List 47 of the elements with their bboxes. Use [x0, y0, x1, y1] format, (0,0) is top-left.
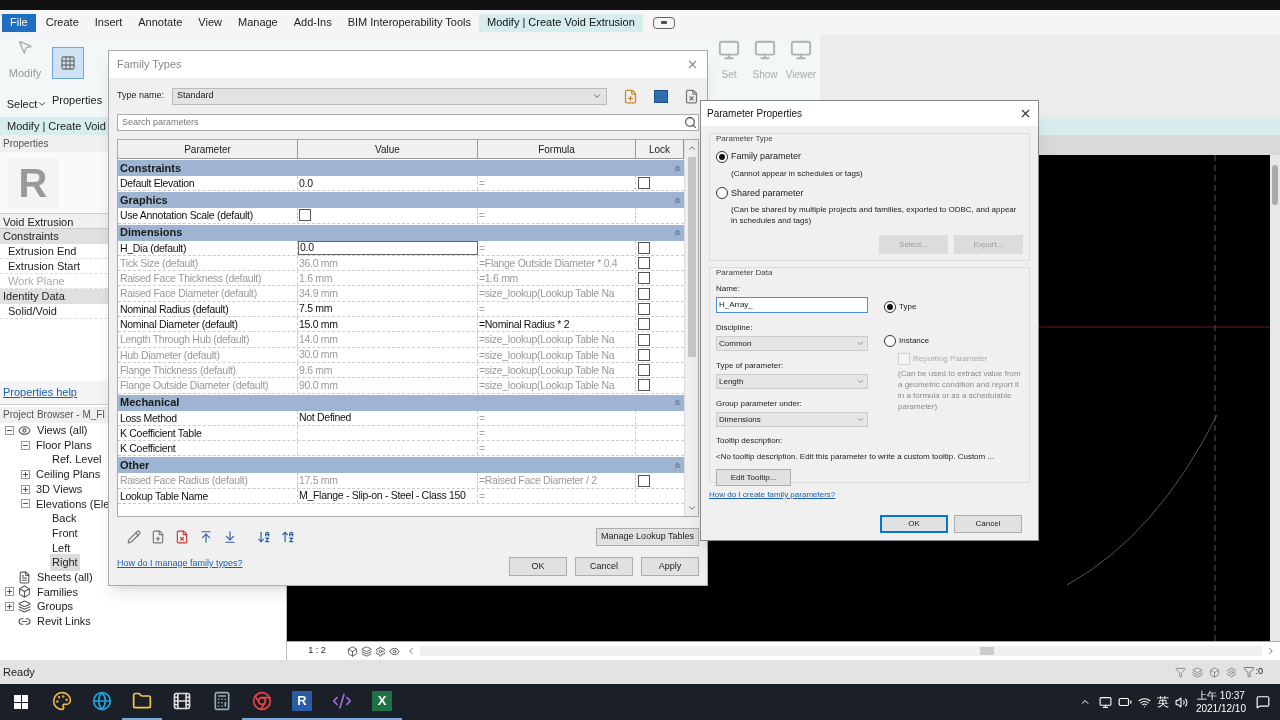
field-label: Type of parameter:: [716, 360, 785, 372]
parameter-cell: Default Elevation: [118, 176, 298, 191]
checkbox-label: Reporting Parameter: [913, 353, 988, 365]
dialog-title: Parameter Properties: [707, 107, 803, 121]
parameter-cell: Nominal Diameter (default): [118, 317, 298, 332]
field-label: Group parameter under:: [716, 398, 803, 410]
parameter-cell: Nominal Radius (default): [118, 301, 298, 317]
app-icon: R: [292, 691, 312, 711]
radio-label: Shared parameter: [731, 186, 804, 200]
parameter-cell: H_Dia (default): [118, 240, 298, 255]
parameter-cell: Flange Thickness (default): [118, 362, 298, 378]
view-tool-label: Viewer: [785, 68, 817, 82]
properties-label: Properties: [52, 93, 103, 108]
option-note: (Cannot appear in schedules or tags): [731, 167, 864, 179]
tooltip-text: <No tooltip description. Edit this parameter to write a custom tooltip. Custom ...: [716, 451, 996, 463]
parameter-cell: Flange Outside Diameter (default): [118, 378, 298, 393]
app-icon: X: [372, 691, 392, 711]
parameter-cell: K Coefficient: [118, 441, 298, 456]
parameter-cell: Raised Face Radius (default): [118, 473, 298, 488]
parameter-cell: Hub Diameter (default): [118, 347, 298, 362]
filter-count: :0: [1255, 665, 1263, 679]
parameter-cell: Tick Size (default): [118, 255, 298, 271]
group-label: Parameter Data: [716, 267, 774, 279]
type-name-label: Type name:: [117, 89, 165, 103]
parameter-cell: Length Through Hub (default): [118, 332, 298, 347]
radio-label: Type: [899, 301, 917, 313]
parameter-cell: Use Annotation Scale (default): [118, 208, 298, 223]
view-tool-label: Show: [752, 68, 778, 82]
modify-label: Modify: [8, 66, 42, 81]
dialog-title: Family Types: [117, 57, 182, 73]
option-note: (Can be shared by multiple projects and families, exported to ODBC, and appear in schedules and tags): [731, 204, 1018, 226]
field-label: Tooltip description:: [716, 435, 784, 447]
option-note: (Can be used to extract value from a geometric condition and report it in a formula or as a schedulable parameter): [898, 368, 1022, 412]
field-label: Name:: [716, 283, 741, 295]
parameter-cell: Raised Face Thickness (default): [118, 271, 298, 286]
parameter-cell: K Coefficient Table: [118, 425, 298, 441]
parameter-cell: Raised Face Diameter (default): [118, 286, 298, 301]
status-text: Ready: [3, 664, 35, 680]
parameter-cell: Lookup Table Name: [118, 488, 298, 504]
group-label: Parameter Type: [716, 133, 774, 145]
view-tool-label: Set: [721, 68, 737, 82]
type-preview: R: [8, 157, 58, 208]
radio-label: Instance: [899, 335, 930, 347]
context-label: Modify | Create Void: [7, 118, 106, 134]
radio-label: Family parameter: [731, 150, 802, 163]
field-label: Discipline:: [716, 322, 754, 334]
parameter-cell: Loss Method: [118, 410, 298, 425]
